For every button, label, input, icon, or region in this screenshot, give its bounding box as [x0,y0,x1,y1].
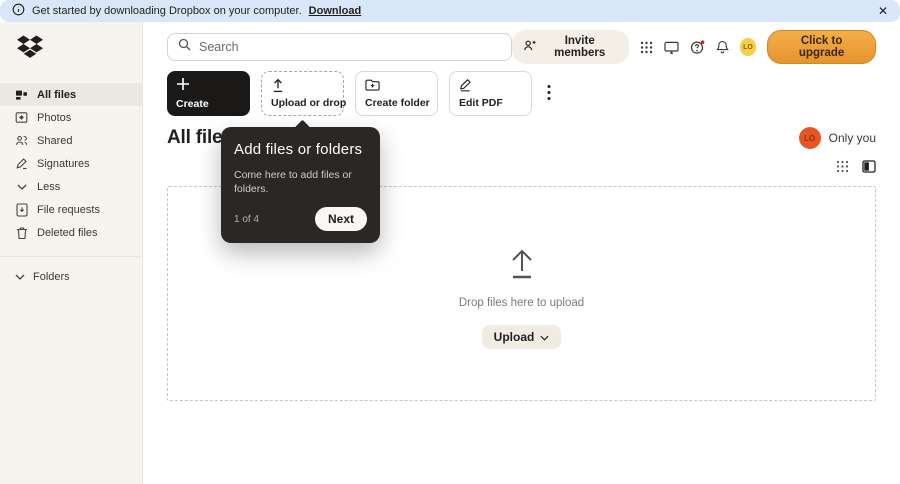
tooltip-step-indicator: 1 of 4 [234,213,260,225]
chevron-down-icon [15,184,28,190]
header-controls: Invite members LO Click to upgrade [511,30,876,64]
add-person-icon [523,39,536,55]
owner-avatar-initials: LO [804,133,816,143]
photos-icon [15,111,28,124]
upload-or-drop-button[interactable]: Upload or drop [261,71,347,116]
onboarding-tooltip: Add files or folders Come here to add fi… [221,127,380,244]
sidebar-item-all-files[interactable]: All files [0,83,142,106]
help-icon[interactable] [690,39,705,55]
tooltip-footer: 1 of 4 Next [234,207,367,232]
sidebar-item-shared[interactable]: Shared [0,129,142,152]
edit-pdf-label: Edit PDF [459,97,503,109]
upload-button[interactable]: Upload [481,325,562,349]
plus-icon [176,77,190,94]
dropzone-hint: Drop files here to upload [458,297,585,309]
all-files-icon [15,88,28,101]
pencil-icon [459,78,472,95]
sidebar-item-less[interactable]: Less [0,175,142,198]
sidebar: All files Photos Shared Signatures Less … [0,22,143,484]
file-request-icon [15,202,28,217]
actions-row: Create Upload or drop Create folder Edit… [167,71,876,116]
close-icon[interactable]: ✕ [878,5,888,17]
display-icon[interactable] [664,41,679,54]
create-button[interactable]: Create [167,71,250,116]
info-icon [12,3,25,19]
upgrade-label: Click to upgrade [798,35,845,59]
signature-pen-icon [15,157,28,170]
main-header: Invite members LO Click to u [167,30,876,64]
owner-avatar[interactable]: LO [798,127,821,149]
search-bar[interactable] [167,33,512,61]
folder-plus-icon [365,78,380,95]
create-label: Create [176,98,209,110]
upload-arrow-icon [271,78,285,96]
notifications-bell-icon[interactable] [715,40,729,54]
dropbox-logo-icon[interactable] [17,35,142,61]
next-button[interactable]: Next [314,207,367,232]
upgrade-button[interactable]: Click to upgrade [767,30,876,64]
create-folder-label: Create folder [365,97,430,109]
search-input[interactable] [199,40,501,54]
split-view-icon[interactable] [862,159,876,173]
folders-label: Folders [33,271,70,283]
chevron-down-icon [15,271,25,283]
download-banner: Get started by downloading Dropbox on yo… [0,0,900,22]
upload-arrow-large-icon [504,247,540,285]
apps-grid-icon[interactable] [640,41,653,54]
search-icon [178,38,191,56]
owner-info[interactable]: LO Only you [798,127,876,149]
more-actions-kebab-icon[interactable] [543,84,555,104]
sidebar-item-file-requests[interactable]: File requests [0,198,142,221]
sidebar-item-photos[interactable]: Photos [0,106,142,129]
upload-or-drop-label: Upload or drop [271,97,347,109]
sidebar-item-label: All files [37,88,77,101]
invite-members-button[interactable]: Invite members [511,30,629,64]
account-avatar[interactable]: LO [739,38,757,56]
sidebar-nav: All files Photos Shared Signatures Less … [0,83,142,244]
sidebar-item-signatures[interactable]: Signatures [0,152,142,175]
shared-people-icon [15,134,28,147]
sidebar-item-label: File requests [37,203,100,216]
sidebar-divider [0,256,142,257]
sidebar-item-label: Less [37,180,61,193]
avatar-initials: LO [743,43,753,51]
trash-icon [15,226,28,240]
banner-message: Get started by downloading Dropbox on yo… [32,5,302,17]
download-link[interactable]: Download [309,5,362,17]
sidebar-item-label: Signatures [37,157,90,170]
main-content: Invite members LO Click to u [143,22,900,484]
tooltip-body: Come here to add files or folders. [234,169,352,196]
invite-members-label: Invite members [554,35,606,59]
sidebar-folders-toggle[interactable]: Folders [0,266,142,288]
owner-label: Only you [828,131,876,145]
sidebar-item-label: Photos [37,111,72,124]
edit-pdf-button[interactable]: Edit PDF [449,71,532,116]
tooltip-title: Add files or folders [234,141,363,158]
sidebar-item-deleted-files[interactable]: Deleted files [0,221,142,244]
sidebar-item-label: Deleted files [37,226,98,239]
upload-button-label: Upload [493,330,535,344]
sidebar-item-label: Shared [37,134,73,147]
grid-view-icon[interactable] [836,160,849,173]
chevron-down-icon [540,330,549,344]
create-folder-button[interactable]: Create folder [355,71,438,116]
